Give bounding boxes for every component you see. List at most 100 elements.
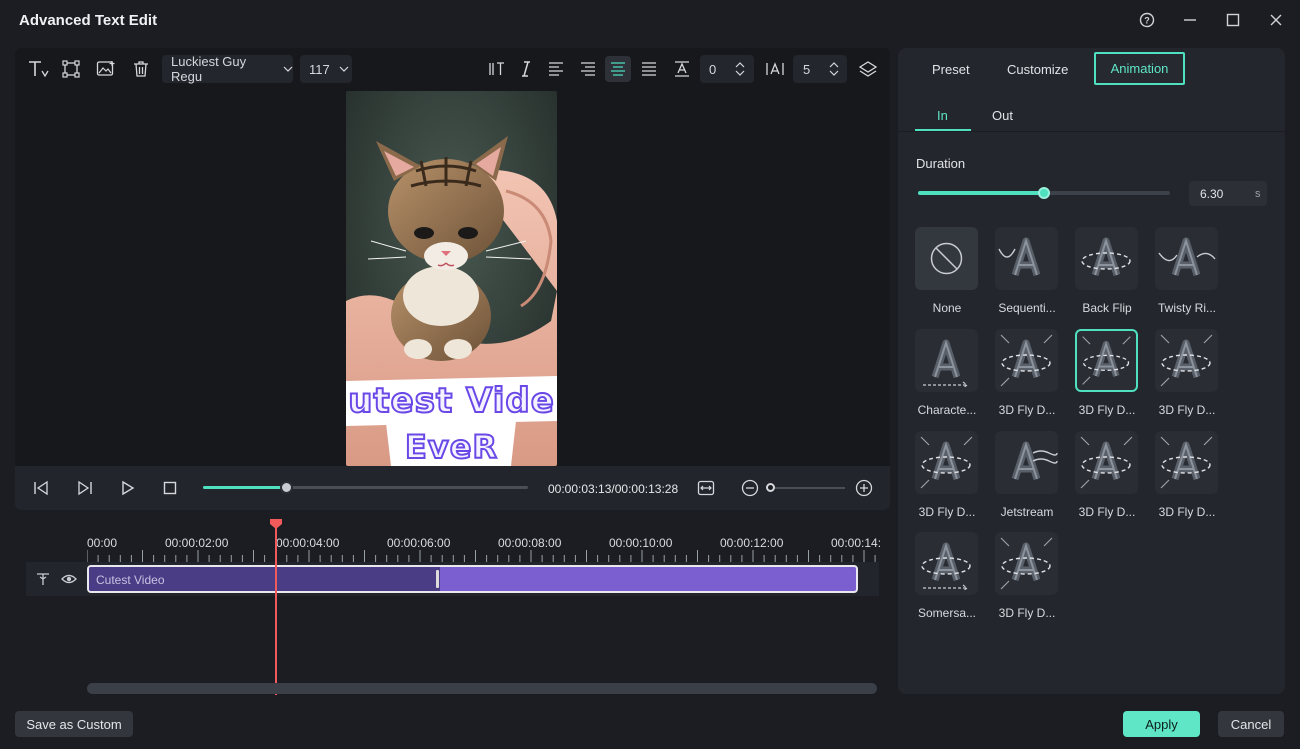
video-preview[interactable]: utest Vide EveR <box>346 91 557 466</box>
play-icon[interactable] <box>116 476 140 500</box>
duration-label: Duration <box>916 156 966 171</box>
twisty-icon <box>1155 227 1218 290</box>
animation-label: 3D Fly D... <box>998 606 1056 620</box>
fly-icon <box>1155 329 1218 392</box>
animation-label: Twisty Ri... <box>1157 301 1216 315</box>
stepper-icon <box>829 62 839 76</box>
animation-item[interactable]: 3D Fly D... <box>1075 431 1139 519</box>
zoom-in-icon[interactable] <box>852 476 876 500</box>
italic-icon[interactable] <box>513 56 539 82</box>
text-clip[interactable]: Cutest Video <box>87 565 858 593</box>
text-icon[interactable] <box>25 56 51 82</box>
zoom-slider[interactable] <box>771 487 845 489</box>
text-overlay-line2[interactable]: EveR <box>346 427 557 466</box>
char-spacing-icon[interactable] <box>762 56 788 82</box>
char-spacing-input[interactable]: 5 <box>793 55 847 83</box>
progress-fill <box>203 486 286 489</box>
animation-item[interactable]: Sequenti... <box>995 227 1059 315</box>
minimize-icon[interactable] <box>1176 8 1204 32</box>
window-title: Advanced Text Edit <box>19 12 158 29</box>
stop-icon[interactable] <box>158 476 182 500</box>
animation-item[interactable]: Twisty Ri... <box>1155 227 1219 315</box>
transform-icon[interactable] <box>58 56 84 82</box>
char-spacing-value: 5 <box>803 61 811 77</box>
ruler-label: 00:00 <box>87 536 118 550</box>
animation-item[interactable]: 3D Fly D... <box>1155 329 1219 417</box>
trash-icon[interactable] <box>128 56 154 82</box>
zoom-out-icon[interactable] <box>738 476 762 500</box>
ruler-label: 00:00:12:00 <box>720 536 784 550</box>
playhead-handle[interactable] <box>269 518 283 530</box>
align-center-icon[interactable] <box>605 56 631 82</box>
animation-item[interactable]: 3D Fly D... <box>915 431 979 519</box>
animation-item[interactable]: 3D Fly D... <box>1155 431 1219 519</box>
zoom-knob[interactable] <box>766 483 775 492</box>
playhead-line[interactable] <box>275 525 277 695</box>
animation-label: Back Flip <box>1082 301 1132 315</box>
timeline-ruler[interactable] <box>87 548 879 562</box>
font-family-select[interactable]: Luckiest Guy Regu <box>162 54 293 84</box>
next-frame-icon[interactable] <box>73 476 97 500</box>
fly-icon <box>915 431 978 494</box>
maximize-icon[interactable] <box>1219 8 1247 32</box>
animation-item[interactable]: 3D Fly D... <box>995 329 1059 417</box>
subtab-in[interactable]: In <box>937 108 948 123</box>
animation-item[interactable]: Back Flip <box>1075 227 1139 315</box>
timeline-scrollbar[interactable] <box>87 683 877 694</box>
help-icon[interactable]: ? <box>1133 8 1161 32</box>
vertical-text-icon[interactable] <box>484 56 510 82</box>
ruler-label: 00:00:08:00 <box>498 536 562 550</box>
ruler-label: 00:00:02:00 <box>165 536 229 550</box>
clip-split-handle[interactable] <box>436 570 439 588</box>
animation-label: None <box>932 301 962 315</box>
align-right-icon[interactable] <box>575 56 601 82</box>
animation-label: Sequenti... <box>998 301 1056 315</box>
duration-slider-knob[interactable] <box>1038 187 1050 199</box>
animation-item[interactable]: 3D Fly D... <box>995 532 1059 620</box>
animation-label: 3D Fly D... <box>998 403 1056 417</box>
fly-icon <box>1075 329 1138 392</box>
animation-item[interactable]: 3D Fly D... <box>1075 329 1139 417</box>
clip-label: Cutest Video <box>96 573 165 587</box>
subtab-out[interactable]: Out <box>992 108 1013 123</box>
justify-icon[interactable] <box>636 56 662 82</box>
tab-customize[interactable]: Customize <box>1007 62 1068 77</box>
align-left-icon[interactable] <box>543 56 569 82</box>
fit-icon[interactable] <box>694 476 718 500</box>
animation-item[interactable]: Characte... <box>915 329 979 417</box>
animation-label: 3D Fly D... <box>1078 505 1136 519</box>
timecode: 00:00:03:13/00:00:13:28 <box>548 482 679 496</box>
animation-item[interactable]: Somersa... <box>915 532 979 620</box>
duration-input[interactable]: 6.30 s <box>1189 181 1267 206</box>
progress-knob[interactable] <box>280 481 293 494</box>
prev-frame-icon[interactable] <box>29 476 53 500</box>
tab-preset[interactable]: Preset <box>932 62 970 77</box>
apply-button[interactable]: Apply <box>1123 711 1200 737</box>
animation-label: 3D Fly D... <box>918 505 976 519</box>
save-as-custom-button[interactable]: Save as Custom <box>15 711 133 737</box>
ruler-label: 00:00:06:00 <box>387 536 451 550</box>
line-spacing-input[interactable]: 0 <box>700 55 754 83</box>
text-track-icon[interactable] <box>35 571 51 587</box>
line-spacing-icon[interactable] <box>669 56 695 82</box>
jetstream-icon <box>995 431 1058 494</box>
cancel-button[interactable]: Cancel <box>1218 711 1284 737</box>
animation-grid: None Sequenti... Back Flip Twisty Ri... Char… <box>915 227 1255 627</box>
eye-icon[interactable] <box>61 571 77 587</box>
animation-item[interactable]: Jetstream <box>995 431 1059 519</box>
close-icon[interactable] <box>1262 8 1290 32</box>
image-icon[interactable] <box>93 56 119 82</box>
line-spacing-value: 0 <box>709 61 717 77</box>
tab-animation[interactable]: Animation <box>1094 52 1185 85</box>
title-bar <box>0 0 1300 40</box>
layers-icon[interactable] <box>855 56 881 82</box>
ruler-labels: 00:00 00:00:02:00 00:00:04:00 00:00:06:00 00… <box>87 536 882 550</box>
font-family-value: Luckiest Guy Regu <box>171 54 247 84</box>
font-size-select[interactable]: 117 <box>300 55 352 83</box>
animation-item[interactable]: None <box>915 227 979 315</box>
ruler-label: 00:00:14: <box>831 536 882 550</box>
text-overlay-line1[interactable]: utest Vide <box>346 380 557 422</box>
duration-slider-fill <box>918 191 1044 195</box>
fly-icon <box>1075 431 1138 494</box>
animation-label: 3D Fly D... <box>1078 403 1136 417</box>
